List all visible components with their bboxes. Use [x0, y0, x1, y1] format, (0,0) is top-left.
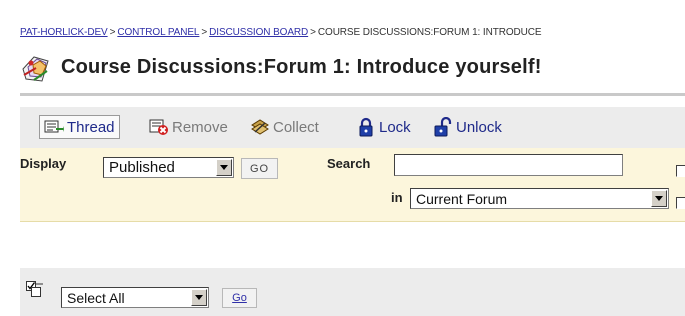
chevron-down-icon: [191, 289, 207, 306]
action-toolbar: Thread Remove Collect Lock Unlock: [20, 107, 685, 149]
thread-label: Thread: [67, 118, 115, 136]
chevron-down-icon: [651, 190, 667, 207]
discussion-board-icon: [20, 53, 56, 87]
filter-option-checkbox[interactable]: [676, 197, 685, 209]
unlock-label: Unlock: [456, 118, 502, 136]
search-input[interactable]: [394, 154, 623, 176]
search-scope-select[interactable]: Current Forum: [410, 188, 669, 209]
chevron-down-icon: [216, 159, 232, 176]
breadcrumb-link-control-panel[interactable]: CONTROL PANEL: [117, 27, 199, 38]
collect-label: Collect: [273, 118, 319, 136]
display-label: Display: [20, 156, 67, 171]
bulk-select[interactable]: Select All: [61, 287, 209, 308]
display-go-button[interactable]: GO: [241, 158, 278, 179]
unlock-button[interactable]: Unlock: [433, 116, 502, 138]
collect-icon: [250, 117, 270, 137]
breadcrumb-link-site[interactable]: PAT-HORLICK-DEV: [20, 27, 108, 38]
breadcrumb-link-discussion-board[interactable]: DISCUSSION BOARD: [209, 27, 308, 38]
select-all-icon: [26, 281, 44, 297]
page-title: Course Discussions:Forum 1: Introduce yo…: [61, 56, 542, 78]
breadcrumb-separator: >: [310, 27, 316, 38]
search-label: Search: [327, 156, 371, 171]
lock-button[interactable]: Lock: [356, 116, 411, 138]
lock-icon: [356, 117, 376, 137]
remove-label: Remove: [172, 118, 228, 136]
breadcrumb-separator: >: [201, 27, 208, 38]
display-select[interactable]: Published: [103, 157, 234, 178]
breadcrumb-separator: >: [109, 27, 116, 38]
bulk-action-bar: Select All Go: [20, 268, 685, 316]
display-select-value: Published: [109, 159, 175, 176]
unlock-icon: [433, 116, 453, 137]
filter-option-checkbox[interactable]: [676, 165, 685, 177]
filter-panel: Display Published GO Search in Current F…: [20, 148, 685, 222]
thread-button[interactable]: Thread: [39, 115, 120, 139]
collect-button[interactable]: Collect: [250, 116, 319, 138]
title-divider: [20, 93, 685, 96]
search-scope-value: Current Forum: [416, 190, 508, 207]
search-in-label: in: [391, 190, 403, 205]
new-thread-icon: [44, 117, 64, 137]
remove-button[interactable]: Remove: [149, 116, 228, 138]
lock-label: Lock: [379, 118, 411, 136]
breadcrumb: PAT-HORLICK-DEV > CONTROL PANEL > DISCUSSION…: [20, 27, 542, 38]
bulk-select-value: Select All: [67, 289, 125, 306]
bulk-go-button[interactable]: Go: [222, 288, 257, 308]
breadcrumb-current: COURSE DISCUSSIONS:FORUM 1: INTRODUCE: [317, 27, 542, 38]
remove-icon: [149, 117, 169, 137]
